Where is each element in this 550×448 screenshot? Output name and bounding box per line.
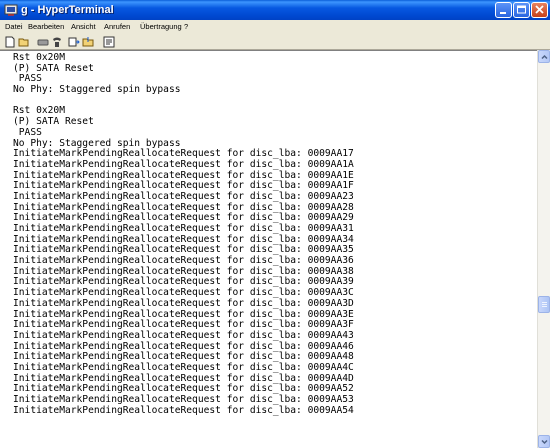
- terminal-line: (P) SATA Reset: [13, 116, 94, 128]
- menu-ansicht[interactable]: Ansicht: [71, 20, 96, 33]
- send-icon[interactable]: [68, 35, 80, 47]
- grip-icon: [542, 302, 547, 307]
- open-icon[interactable]: [18, 35, 30, 47]
- window-title: g - HyperTerminal: [21, 4, 114, 16]
- menu-uebertragung[interactable]: Übertragung: [140, 20, 182, 33]
- call-icon[interactable]: [51, 35, 63, 47]
- maximize-button[interactable]: [513, 2, 530, 18]
- terminal-line: InitiateMarkPendingReallocateRequest for…: [13, 404, 354, 416]
- close-button[interactable]: [531, 2, 548, 18]
- terminal-line: InitiateMarkPendingReallocateRequest for…: [13, 329, 354, 341]
- properties-icon[interactable]: [103, 35, 115, 48]
- terminal-line: PASS: [13, 126, 42, 138]
- title-bar[interactable]: g - HyperTerminal: [0, 0, 550, 20]
- terminal-line: InitiateMarkPendingReallocateRequest for…: [13, 158, 354, 170]
- minimize-icon: [500, 12, 506, 14]
- receive-icon[interactable]: [82, 35, 94, 47]
- terminal-line: InitiateMarkPendingReallocateRequest for…: [13, 297, 354, 309]
- menu-datei[interactable]: Datei: [5, 20, 23, 33]
- terminal-output[interactable]: Rst 0x20M (P) SATA Reset PASS No Phy: Stag…: [0, 50, 537, 448]
- menu-bar: Datei Bearbeiten Ansicht Anrufen Übertra…: [0, 20, 550, 33]
- vertical-scrollbar[interactable]: [537, 50, 550, 448]
- scroll-thumb[interactable]: [538, 296, 550, 313]
- scroll-down-button[interactable]: [538, 435, 550, 448]
- chevron-up-icon: [541, 54, 548, 60]
- terminal-line: No Phy: Staggered spin bypass: [13, 84, 181, 96]
- new-icon[interactable]: [4, 35, 16, 48]
- chevron-down-icon: [541, 439, 548, 445]
- disconnect-icon[interactable]: [37, 35, 49, 47]
- terminal-line: (P) SATA Reset: [13, 62, 94, 74]
- minimize-button[interactable]: [495, 2, 512, 18]
- hyperterminal-app-icon[interactable]: [4, 3, 18, 17]
- menu-help[interactable]: ?: [184, 20, 188, 33]
- toolbar: [0, 33, 550, 50]
- hyperterminal-window: g - HyperTerminal Datei Bearbeiten Ansic…: [0, 0, 550, 448]
- menu-anrufen[interactable]: Anrufen: [104, 20, 130, 33]
- terminal-lines: Rst 0x20M (P) SATA Reset PASS No Phy: Stag…: [13, 52, 354, 416]
- maximize-icon: [517, 5, 526, 14]
- scroll-up-button[interactable]: [538, 50, 550, 63]
- menu-bearbeiten[interactable]: Bearbeiten: [28, 20, 64, 33]
- close-icon: [535, 5, 544, 14]
